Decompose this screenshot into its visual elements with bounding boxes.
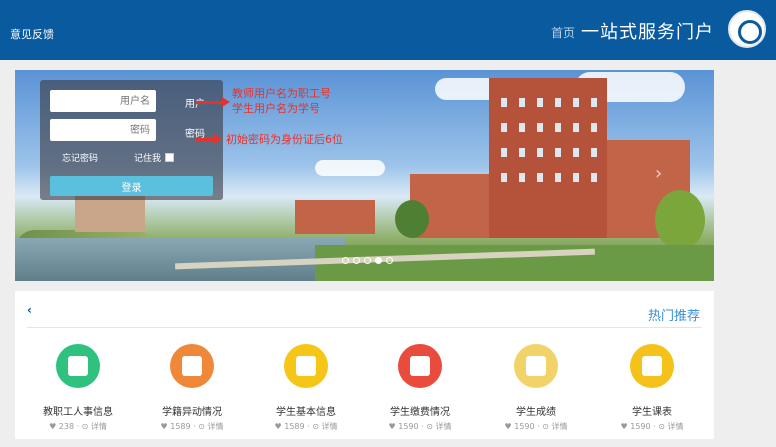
tree [395, 200, 429, 238]
username-annotation-line1: 教师用户名为职工号 [232, 87, 331, 100]
chevron-right-icon[interactable]: › [655, 163, 662, 184]
carousel-dot[interactable] [353, 257, 360, 264]
checkbox-icon[interactable] [165, 153, 175, 162]
service-name: 学生基本信息 [276, 407, 336, 418]
payment-icon [398, 344, 442, 388]
username-input[interactable] [50, 90, 156, 112]
username-annotation: 教师用户名为职工号 学生用户名为学号 [232, 86, 331, 116]
service-meta: ♥ 1589 · ⊙ 详情 [274, 422, 338, 431]
carousel-dot[interactable] [342, 257, 349, 264]
top-header: 一站式服务门户 首页 意见反馈 [0, 0, 776, 60]
service-meta: ♥ 1589 · ⊙ 详情 [160, 422, 224, 431]
service-item[interactable]: 教职工人事信息 ♥ 238 · ⊙ 详情 [23, 344, 133, 432]
user-icon [284, 344, 328, 388]
university-logo-icon[interactable] [728, 10, 766, 48]
remember-me-label: 记住我 [134, 154, 162, 164]
divider [27, 327, 702, 328]
site-title: 一站式服务门户 [581, 22, 714, 43]
carousel-dot[interactable] [364, 257, 371, 264]
calendar-icon [630, 344, 674, 388]
service-meta: ♥ 1590 · ⊙ 详情 [388, 422, 452, 431]
service-item[interactable]: 学籍异动情况 ♥ 1589 · ⊙ 详情 [137, 344, 247, 432]
hot-recommend-panel: ‹ 热门推荐 学生课表 ♥ 1590 · ⊙ 详情 学生成绩 ♥ 1590 · … [15, 291, 714, 439]
main-building [489, 78, 607, 238]
password-annotation: 初始密码为身份证后6位 [226, 133, 343, 146]
carousel-dot[interactable] [386, 257, 393, 264]
login-button[interactable]: 登录 [50, 176, 213, 196]
service-item[interactable]: 学生成绩 ♥ 1590 · ⊙ 详情 [481, 344, 591, 432]
carousel-dot-active[interactable] [375, 257, 382, 264]
hot-recommend-title: 热门推荐 [647, 309, 700, 324]
tree [655, 190, 705, 250]
password-input[interactable] [50, 119, 156, 141]
annotation-arrow-icon [196, 134, 222, 144]
service-meta: ♥ 1590 · ⊙ 详情 [504, 422, 568, 431]
feedback-link[interactable]: 意见反馈 [10, 26, 54, 42]
status-change-icon [170, 344, 214, 388]
service-name: 学生缴费情况 [390, 407, 450, 418]
staff-icon [56, 344, 100, 388]
service-item[interactable]: 学生课表 ♥ 1590 · ⊙ 详情 [597, 344, 707, 432]
grade-icon [514, 344, 558, 388]
service-meta: ♥ 238 · ⊙ 详情 [49, 422, 107, 431]
service-item[interactable]: 学生基本信息 ♥ 1589 · ⊙ 详情 [251, 344, 361, 432]
service-item[interactable]: 学生缴费情况 ♥ 1590 · ⊙ 详情 [365, 344, 475, 432]
service-name: 学生成绩 [516, 407, 556, 418]
forgot-password-link[interactable]: 忘记密码 [62, 151, 98, 164]
carousel-dots [342, 257, 402, 267]
service-name: 学籍异动情况 [162, 407, 222, 418]
building [295, 200, 375, 234]
username-annotation-line2: 学生用户名为学号 [232, 102, 320, 115]
chevron-left-icon[interactable]: ‹ [27, 303, 32, 317]
service-meta: ♥ 1590 · ⊙ 详情 [620, 422, 684, 431]
service-name: 学生课表 [632, 407, 672, 418]
annotation-arrow-icon [196, 97, 230, 107]
remember-me-checkbox[interactable]: 记住我 [134, 151, 175, 164]
cloud [315, 160, 385, 176]
service-name: 教职工人事信息 [43, 407, 113, 418]
nav-home-link[interactable]: 首页 [551, 24, 575, 41]
